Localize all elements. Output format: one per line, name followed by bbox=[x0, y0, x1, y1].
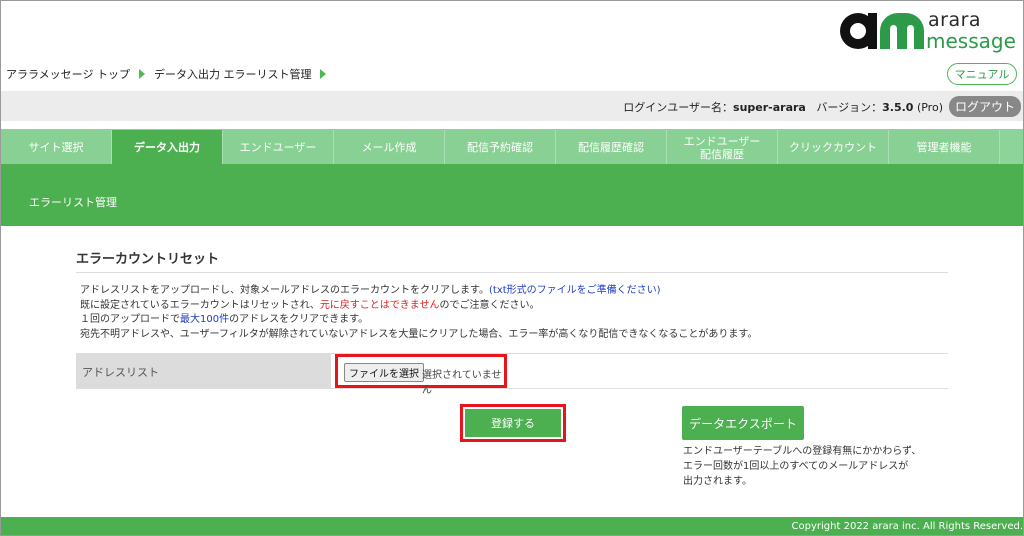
file-input-highlight: ファイルを選択 選択されていません bbox=[335, 354, 507, 396]
arara-message-logo[interactable]: arara message bbox=[840, 9, 1016, 55]
desc-line-2: 既に設定されているエラーカウントはリセットされ、元に戻すことはできませんのでご注… bbox=[80, 299, 757, 314]
tab-end-user[interactable]: エンドユーザー bbox=[223, 130, 334, 165]
user-bar: ログインユーザー名：super-arara バージョン：3.5.0 (Pro) … bbox=[1, 91, 1023, 121]
breadcrumb-arrow-icon bbox=[320, 69, 327, 79]
desc-line-3-text: １回のアップロードで bbox=[80, 314, 180, 325]
sub-header: エラーリスト管理 bbox=[1, 164, 1023, 226]
breadcrumb: アララメッセージ トップ データ入出力 エラーリスト管理 bbox=[6, 66, 330, 82]
desc-line-2-warning: 元に戻すことはできません bbox=[319, 299, 440, 311]
login-user-label: ログインユーザー名： bbox=[623, 101, 734, 114]
desc-line-1: アドレスリストをアップロードし、対象メールアドレスのエラーカウントをクリアします… bbox=[80, 284, 757, 299]
address-list-label: アドレスリスト bbox=[76, 354, 331, 388]
breadcrumb-arrow-icon bbox=[138, 69, 145, 79]
data-export-button[interactable]: データエクスポート bbox=[682, 406, 804, 440]
export-note: エンドユーザーテーブルへの登録有無にかかわらず、 エラー回数が1回以上のすべての… bbox=[683, 444, 921, 489]
version-number: 3.5.0 bbox=[882, 101, 914, 114]
breadcrumb-top-link[interactable]: アララメッセージ トップ bbox=[6, 66, 130, 82]
logo-word-message: message bbox=[926, 29, 1016, 53]
tab-delivery-history[interactable]: 配信履歴確認 bbox=[556, 130, 667, 165]
logo-word-arara: arara bbox=[928, 9, 982, 31]
description: アドレスリストをアップロードし、対象メールアドレスのエラーカウントをクリアします… bbox=[80, 284, 757, 342]
copyright-text: Copyright 2022 arara inc. All Rights Res… bbox=[791, 521, 1023, 532]
export-note-line-3: 出力されます。 bbox=[683, 476, 752, 487]
logout-button[interactable]: ログアウト bbox=[949, 96, 1021, 117]
choose-file-button[interactable]: ファイルを選択 bbox=[344, 363, 424, 382]
desc-line-3-limit: 最大100件 bbox=[180, 314, 230, 325]
version-label: バージョン： bbox=[816, 101, 883, 114]
logo-a-stem bbox=[868, 13, 877, 49]
desc-line-1-note: (txt形式のファイルをご準備ください) bbox=[489, 285, 661, 296]
desc-line-3-tail: のアドレスをクリアできます。 bbox=[229, 314, 369, 325]
tab-click-count[interactable]: クリックカウント bbox=[778, 130, 889, 165]
section-title: エラーカウントリセット bbox=[76, 252, 220, 267]
desc-line-1-text: アドレスリストをアップロードし、対象メールアドレスのエラーカウントをクリアします… bbox=[80, 285, 489, 296]
register-button[interactable]: 登録する bbox=[465, 409, 561, 437]
tab-site-select[interactable]: サイト選択 bbox=[1, 130, 112, 165]
export-note-line-2: エラー回数が1回以上のすべてのメールアドレスが bbox=[683, 461, 909, 472]
version-edition: (Pro) bbox=[916, 101, 943, 114]
desc-line-3: １回のアップロードで最大100件のアドレスをクリアできます。 bbox=[80, 313, 757, 328]
desc-line-4: 宛先不明アドレスや、ユーザーフィルタが解除されていないアドレスを大量にクリアした… bbox=[80, 328, 758, 340]
register-button-highlight: 登録する bbox=[460, 404, 566, 442]
app-window: arara message アララメッセージ トップ データ入出力 エラーリスト… bbox=[0, 0, 1024, 536]
login-user-name: super-arara bbox=[733, 101, 806, 114]
sub-header-title: エラーリスト管理 bbox=[29, 196, 117, 209]
logo-m-mark bbox=[880, 13, 924, 49]
address-list-row: アドレスリスト ファイルを選択 選択されていません bbox=[76, 353, 948, 396]
tab-mail-create[interactable]: メール作成 bbox=[334, 130, 445, 165]
desc-line-2-text: 既に設定されているエラーカウントはリセットされ、 bbox=[80, 299, 320, 311]
desc-line-2-tail: のでご注意ください。 bbox=[439, 299, 540, 311]
manual-button[interactable]: マニュアル bbox=[947, 63, 1017, 85]
export-note-line-1: エンドユーザーテーブルへの登録有無にかかわらず、 bbox=[683, 446, 922, 457]
main-nav-tabs: サイト選択 データ入出力 エンドユーザー メール作成 配信予約確認 配信履歴確認… bbox=[1, 129, 1023, 165]
section-divider bbox=[76, 272, 948, 273]
user-info: ログインユーザー名：super-arara バージョン：3.5.0 (Pro) bbox=[623, 99, 943, 115]
tab-delivery-reservation[interactable]: 配信予約確認 bbox=[445, 130, 556, 165]
tab-end-user-delivery-history-label: エンドユーザー 配信履歴 bbox=[683, 134, 761, 161]
tab-admin[interactable]: 管理者機能 bbox=[889, 130, 1000, 165]
tab-end-user-delivery-history[interactable]: エンドユーザー 配信履歴 bbox=[667, 130, 778, 165]
footer: Copyright 2022 arara inc. All Rights Res… bbox=[1, 517, 1023, 535]
file-status-text: 選択されていません bbox=[422, 370, 502, 396]
tab-data-io[interactable]: データ入出力 bbox=[112, 130, 223, 165]
breadcrumb-current: データ入出力 エラーリスト管理 bbox=[153, 68, 312, 81]
